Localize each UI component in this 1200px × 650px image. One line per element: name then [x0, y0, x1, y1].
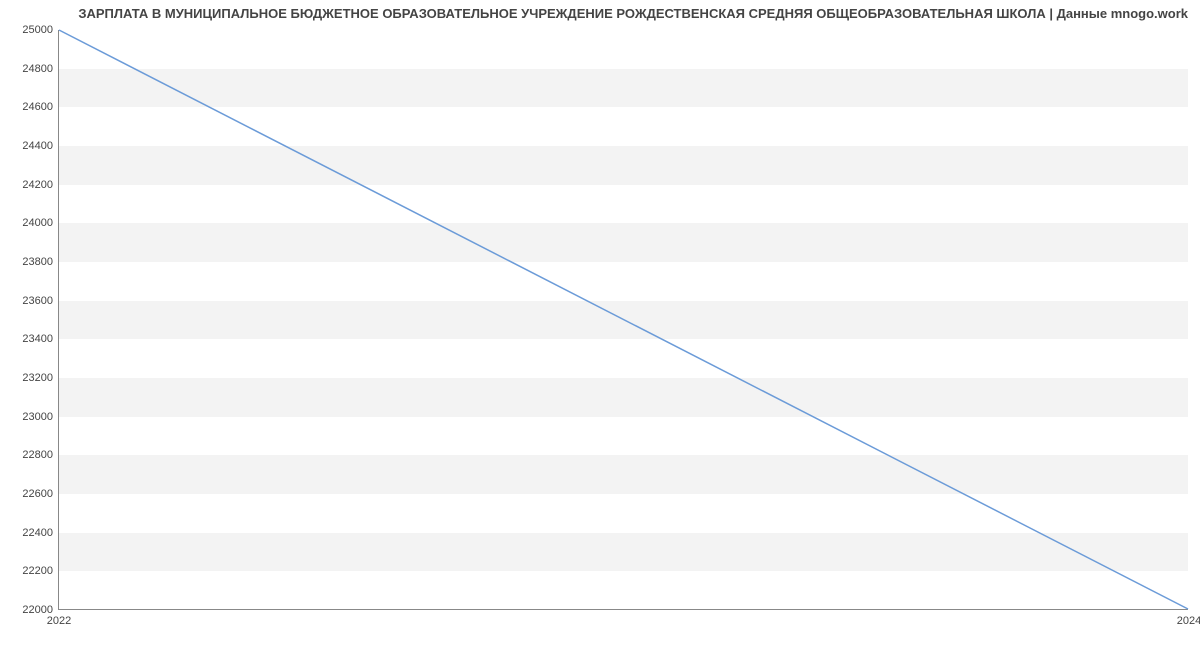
y-tick-label: 22600 [22, 488, 53, 500]
y-tick-label: 24000 [22, 217, 53, 229]
y-tick-label: 23200 [22, 372, 53, 384]
y-tick-label: 24400 [22, 140, 53, 152]
line-series [59, 30, 1188, 609]
x-tick-label: 2022 [47, 615, 71, 627]
y-tick-label: 24800 [22, 63, 53, 75]
y-tick-label: 25000 [22, 24, 53, 36]
y-tick-label: 23400 [22, 333, 53, 345]
x-tick-label: 2024 [1177, 615, 1200, 627]
y-tick-label: 22800 [22, 449, 53, 461]
y-tick-label: 23800 [22, 256, 53, 268]
y-tick-label: 22200 [22, 565, 53, 577]
y-tick-label: 24600 [22, 101, 53, 113]
plot-area: 2200022200224002260022800230002320023400… [58, 30, 1188, 610]
chart-container: ЗАРПЛАТА В МУНИЦИПАЛЬНОЕ БЮДЖЕТНОЕ ОБРАЗ… [0, 0, 1200, 650]
y-tick-label: 23600 [22, 295, 53, 307]
y-tick-label: 22400 [22, 527, 53, 539]
chart-title: ЗАРПЛАТА В МУНИЦИПАЛЬНОЕ БЮДЖЕТНОЕ ОБРАЗ… [78, 6, 1188, 21]
y-tick-label: 24200 [22, 179, 53, 191]
y-tick-label: 23000 [22, 411, 53, 423]
